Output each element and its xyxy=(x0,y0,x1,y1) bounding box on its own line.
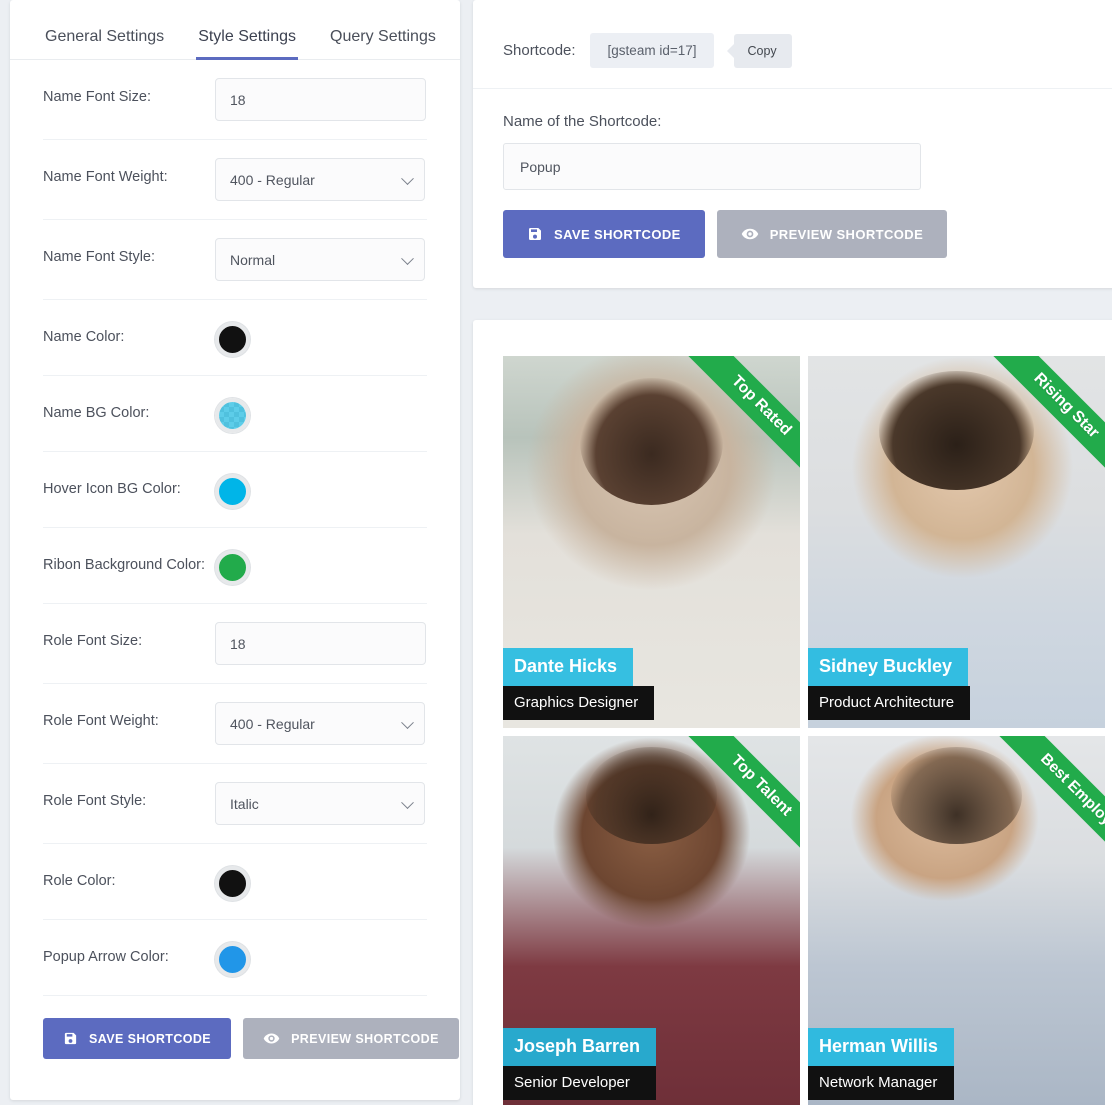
preview-shortcode-label: PREVIEW SHORTCODE xyxy=(769,226,924,242)
shortcode-action-buttons: SAVE SHORTCODE PREVIEW SHORTCODE xyxy=(503,210,1093,258)
member-labels: Sidney Buckley Product Architecture xyxy=(808,648,971,720)
setting-row-name-bg-color: Name BG Color: xyxy=(43,376,427,452)
row-label: Popup Arrow Color: xyxy=(43,949,169,965)
role-font-style-select[interactable]: Italic xyxy=(215,782,425,825)
popup-arrow-color-swatch[interactable] xyxy=(215,942,250,977)
shortcode-name-section: Name of the Shortcode: SAVE SHORTCODE xyxy=(473,89,1112,258)
member-name: Herman Willis xyxy=(808,1028,954,1066)
setting-row-name-font-style: Name Font Style: Normal xyxy=(43,220,427,300)
copy-shortcode-button[interactable]: Copy xyxy=(734,33,792,68)
name-color-swatch[interactable] xyxy=(215,322,250,357)
save-shortcode-label: SAVE SHORTCODE xyxy=(554,226,681,242)
member-labels: Herman Willis Network Manager xyxy=(808,1028,954,1100)
member-name: Dante Hicks xyxy=(503,648,634,686)
hover-icon-bg-color-swatch[interactable] xyxy=(215,474,250,509)
row-control xyxy=(215,78,427,121)
role-font-weight-select-wrap: 400 - Regular xyxy=(215,702,425,745)
row-label: Name Font Weight: xyxy=(43,169,168,185)
row-label: Role Color: xyxy=(43,873,116,889)
row-control xyxy=(215,394,427,433)
row-control: 400 - Regular xyxy=(215,158,427,201)
tab-query-settings[interactable]: Query Settings xyxy=(328,22,438,60)
row-control xyxy=(215,862,427,901)
shortcode-row: Shortcode: [gsteam id=17] Copy xyxy=(473,0,1112,89)
shortcode-panel: Shortcode: [gsteam id=17] Copy Name of t… xyxy=(473,0,1112,288)
setting-row-role-color: Role Color: xyxy=(43,844,427,920)
row-label: Role Font Style: xyxy=(43,793,147,809)
row-control: Italic xyxy=(215,782,427,825)
setting-row-name-font-size: Name Font Size: xyxy=(43,60,427,140)
role-font-size-input[interactable] xyxy=(215,622,426,665)
member-labels: Joseph Barren Senior Developer xyxy=(503,1028,657,1100)
setting-row-name-color: Name Color: xyxy=(43,300,427,376)
row-label: Ribon Background Color: xyxy=(43,557,206,573)
name-font-style-select-wrap: Normal xyxy=(215,238,425,281)
role-color-swatch[interactable] xyxy=(215,866,250,901)
save-shortcode-button-main[interactable]: SAVE SHORTCODE xyxy=(503,210,705,258)
row-control xyxy=(215,622,427,665)
preview-shortcode-button-main[interactable]: PREVIEW SHORTCODE xyxy=(716,210,948,258)
name-font-size-input[interactable] xyxy=(215,78,426,121)
row-label: Name Color: xyxy=(43,329,125,345)
member-role: Network Manager xyxy=(808,1066,954,1100)
member-role: Graphics Designer xyxy=(503,686,655,720)
save-shortcode-button[interactable]: SAVE SHORTCODE xyxy=(43,1018,232,1059)
name-bg-color-swatch[interactable] xyxy=(215,398,250,433)
shortcode-name-label: Name of the Shortcode: xyxy=(503,113,662,130)
settings-tabs: General Settings Style Settings Query Se… xyxy=(10,0,460,60)
member-labels: Dante Hicks Graphics Designer xyxy=(503,648,655,720)
setting-row-role-font-size: Role Font Size: xyxy=(43,604,427,684)
shortcode-label: Shortcode: xyxy=(503,42,576,59)
ribbon-background-color-swatch[interactable] xyxy=(215,550,250,585)
settings-action-buttons: SAVE SHORTCODE PREVIEW SHORTCODE xyxy=(10,996,460,1059)
setting-row-role-font-style: Role Font Style: Italic xyxy=(43,764,427,844)
row-control xyxy=(215,546,427,585)
tab-general-settings[interactable]: General Settings xyxy=(43,22,166,60)
eye-icon xyxy=(741,225,759,243)
team-member-card[interactable]: Best Employee Herman Willis Network Mana… xyxy=(808,736,1105,1105)
style-settings-panel: General Settings Style Settings Query Se… xyxy=(10,0,460,1100)
name-font-style-select[interactable]: Normal xyxy=(215,238,425,281)
settings-rows: Name Font Size: Name Font Weight: 400 - … xyxy=(10,60,460,996)
name-font-weight-select[interactable]: 400 - Regular xyxy=(215,158,425,201)
row-control: Normal xyxy=(215,238,427,281)
member-role: Product Architecture xyxy=(808,686,971,720)
team-preview-panel: Top Rated Dante Hicks Graphics Designer … xyxy=(473,320,1112,1105)
preview-shortcode-button[interactable]: PREVIEW SHORTCODE xyxy=(243,1018,459,1059)
member-name: Joseph Barren xyxy=(503,1028,657,1066)
team-member-card[interactable]: Rising Star Sidney Buckley Product Archi… xyxy=(808,356,1105,728)
save-icon xyxy=(63,1031,78,1046)
setting-row-name-font-weight: Name Font Weight: 400 - Regular xyxy=(43,140,427,220)
team-member-card[interactable]: Top Rated Dante Hicks Graphics Designer xyxy=(503,356,800,728)
shortcode-value[interactable]: [gsteam id=17] xyxy=(589,33,715,68)
setting-row-popup-arrow-color: Popup Arrow Color: xyxy=(43,920,427,996)
save-shortcode-label: SAVE SHORTCODE xyxy=(89,1031,212,1046)
preview-shortcode-label: PREVIEW SHORTCODE xyxy=(291,1031,439,1046)
row-control xyxy=(215,938,427,977)
row-label: Role Font Size: xyxy=(43,633,143,649)
row-control xyxy=(215,318,427,357)
role-font-weight-select[interactable]: 400 - Regular xyxy=(215,702,425,745)
eye-icon xyxy=(263,1030,280,1047)
member-name: Sidney Buckley xyxy=(808,648,969,686)
shortcode-name-input[interactable] xyxy=(503,143,921,190)
app-page: General Settings Style Settings Query Se… xyxy=(0,0,1112,1105)
row-label: Name BG Color: xyxy=(43,405,150,421)
row-control xyxy=(215,470,427,509)
row-label: Name Font Size: xyxy=(43,89,151,105)
row-control: 400 - Regular xyxy=(215,702,427,745)
tab-style-settings[interactable]: Style Settings xyxy=(196,22,299,60)
setting-row-hover-icon-bg-color: Hover Icon BG Color: xyxy=(43,452,427,528)
member-role: Senior Developer xyxy=(503,1066,657,1100)
team-member-card[interactable]: Top Talent Joseph Barren Senior Develope… xyxy=(503,736,800,1105)
save-icon xyxy=(527,226,543,242)
setting-row-role-font-weight: Role Font Weight: 400 - Regular xyxy=(43,684,427,764)
team-grid: Top Rated Dante Hicks Graphics Designer … xyxy=(473,320,1112,1105)
row-label: Name Font Style: xyxy=(43,249,156,265)
name-font-weight-select-wrap: 400 - Regular xyxy=(215,158,425,201)
setting-row-ribbon-background-color: Ribon Background Color: xyxy=(43,528,427,604)
role-font-style-select-wrap: Italic xyxy=(215,782,425,825)
row-label: Role Font Weight: xyxy=(43,713,159,729)
row-label: Hover Icon BG Color: xyxy=(43,481,181,497)
